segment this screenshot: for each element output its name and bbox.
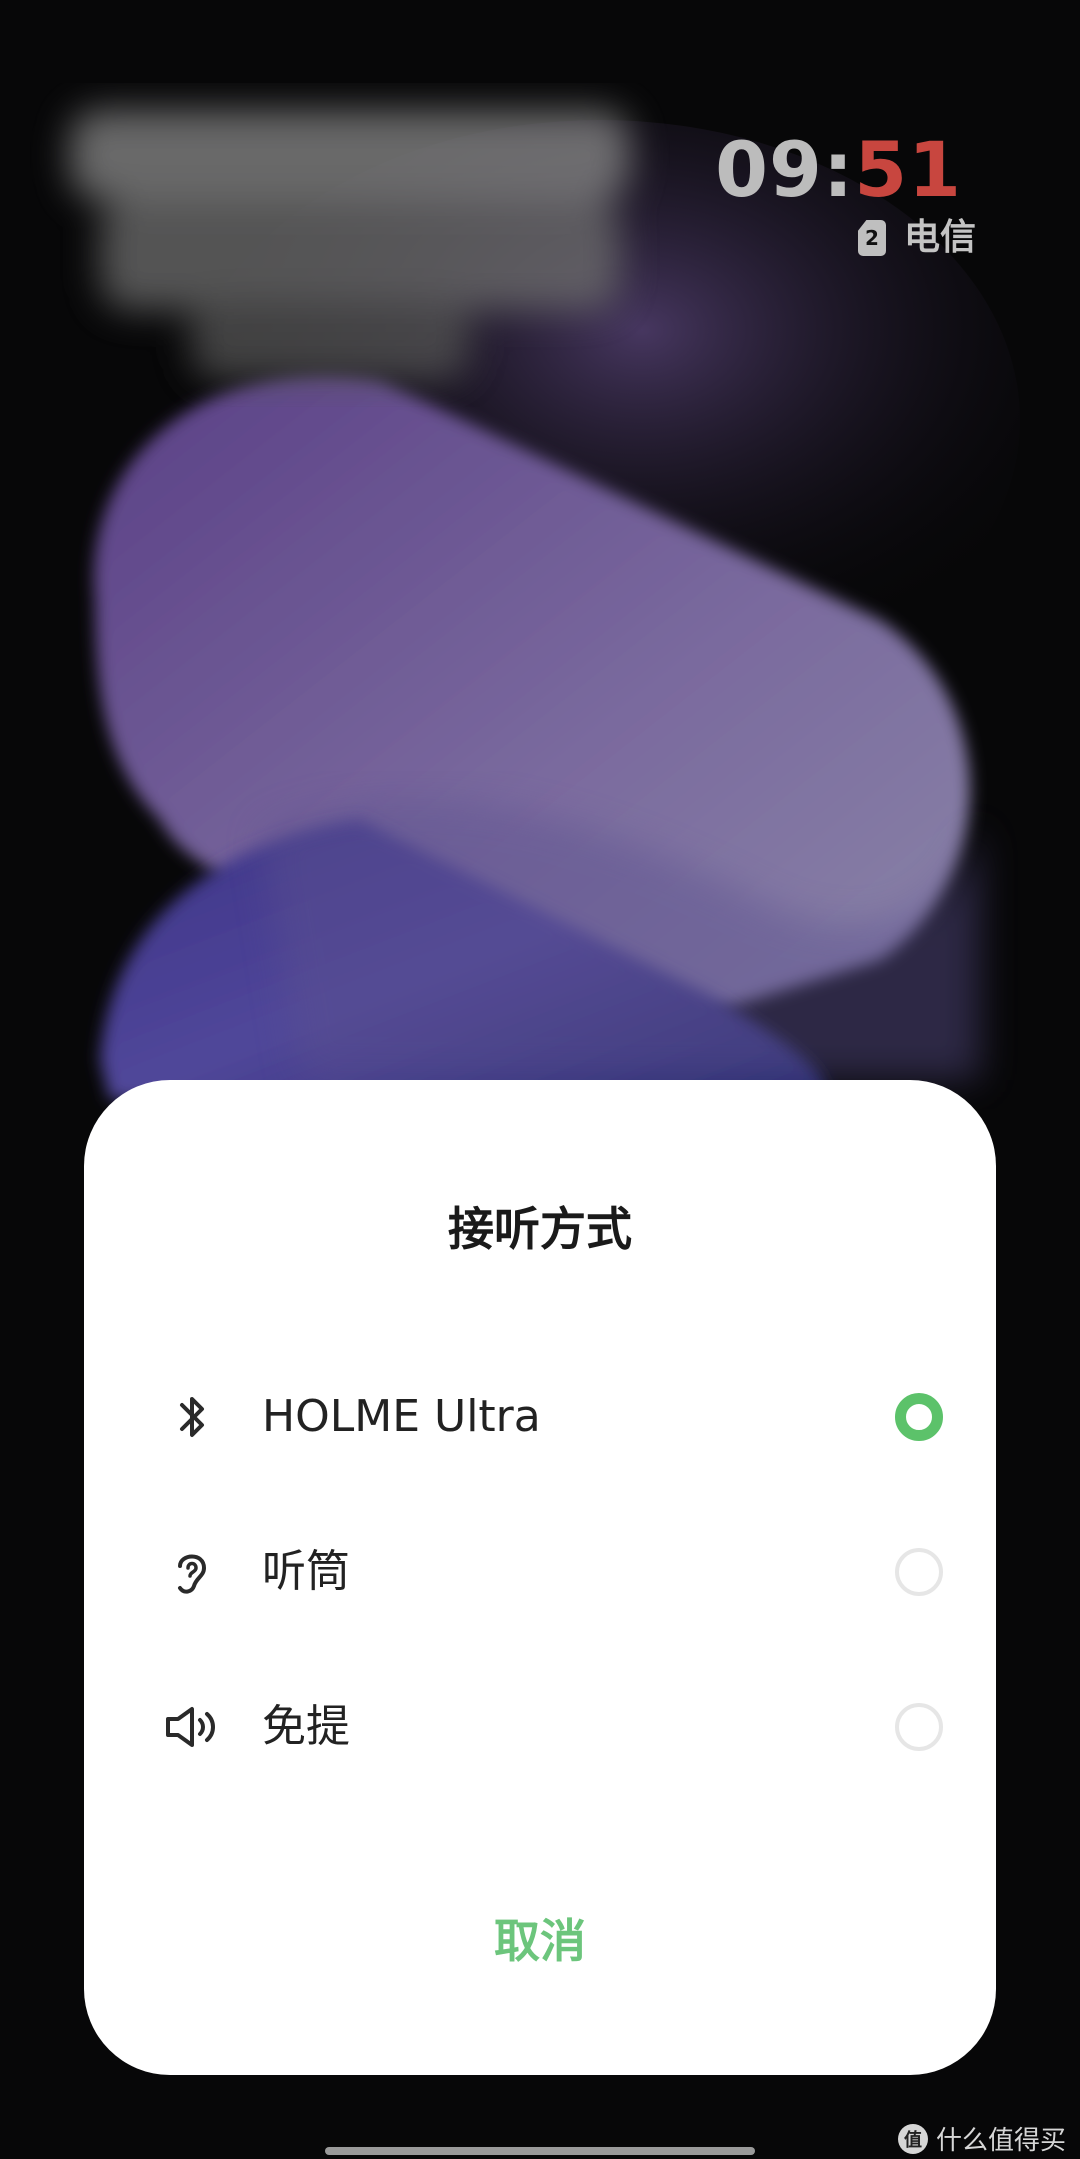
option-bluetooth[interactable]: HOLME Ultra (84, 1357, 996, 1477)
radio-button[interactable] (895, 1703, 943, 1751)
clock-separator: : (822, 125, 855, 214)
radio-button-selected[interactable] (895, 1393, 943, 1441)
bluetooth-icon (180, 1397, 204, 1437)
watermark-text: 什么值得买 (935, 2126, 1066, 2156)
speaker-icon (166, 1707, 215, 1747)
radio-button[interactable] (895, 1548, 943, 1596)
clock-hours: 09 (715, 125, 823, 214)
carrier-name: 电信 (903, 217, 976, 258)
home-indicator[interactable] (325, 2147, 755, 2155)
site-watermark: 值 什么值得买 (897, 2120, 1066, 2157)
option-earpiece[interactable]: 听筒 (84, 1512, 996, 1632)
answer-mode-dialog: 接听方式 HOLME Ultra 听筒 免提 取消 (84, 1080, 996, 2075)
clock-minutes: 51 (854, 125, 962, 214)
option-label: HOLME Ultra (262, 1391, 541, 1442)
dialog-title: 接听方式 (448, 1202, 632, 1256)
watermark-logo-icon: 值 (897, 2123, 928, 2154)
lock-screen: 09:51 2 电信 接听方式 HOLME Ultra 听筒 免提 取消 值 什… (0, 0, 1080, 2159)
lock-clock: 09:51 (715, 132, 962, 208)
carrier-info: 2 电信 (857, 217, 976, 258)
ear-icon (178, 1554, 207, 1594)
option-speaker[interactable]: 免提 (84, 1667, 996, 1787)
cancel-button[interactable]: 取消 (84, 1918, 996, 1964)
option-label: 免提 (262, 1701, 350, 1752)
option-label: 听筒 (262, 1546, 350, 1597)
sim-card-icon: 2 (857, 220, 886, 256)
